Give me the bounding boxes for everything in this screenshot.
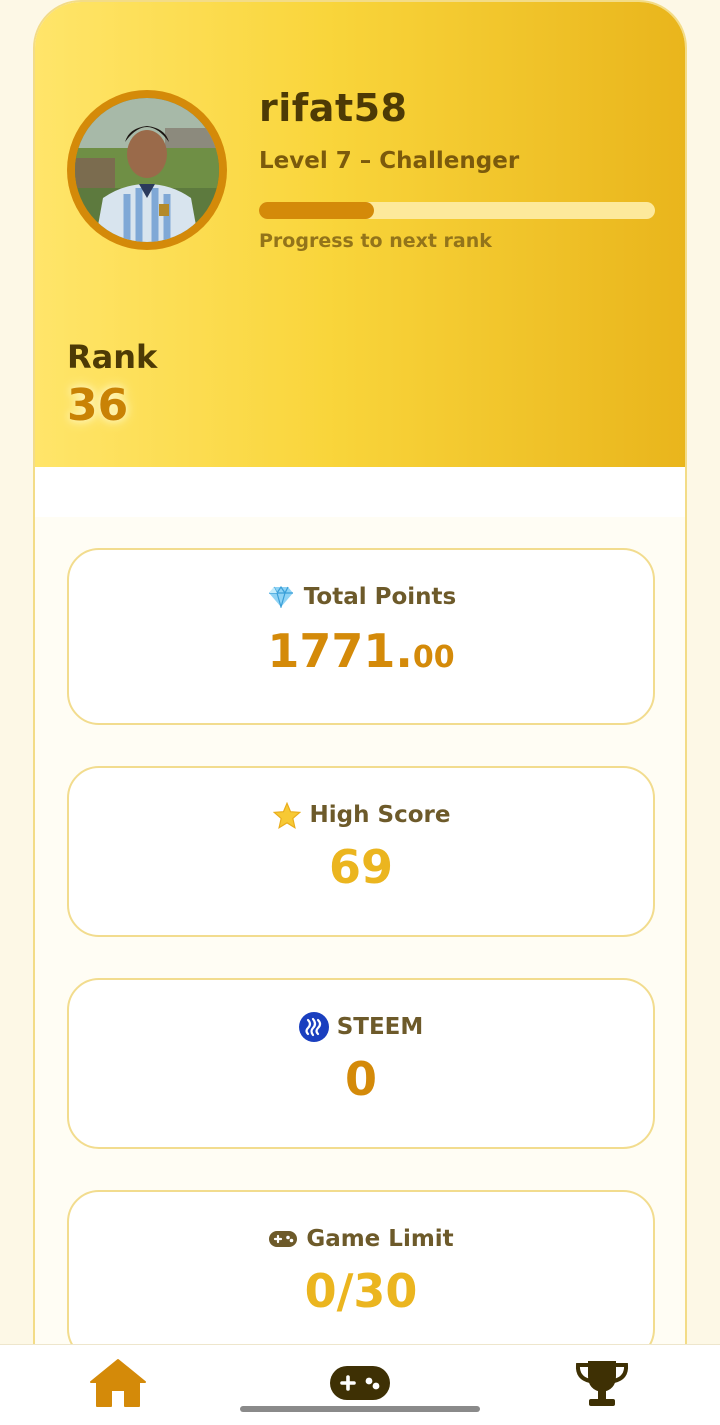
home-icon bbox=[89, 1358, 147, 1412]
total-points-card: Total Points 1771.00 bbox=[67, 548, 655, 725]
gamepad-icon bbox=[329, 1364, 391, 1406]
header-divider bbox=[35, 467, 685, 517]
game-limit-card: Game Limit 0/30 bbox=[67, 1190, 655, 1361]
rank-progress-fill bbox=[259, 202, 374, 219]
profile-header: rifat58 Level 7 – Challenger Progress to… bbox=[35, 2, 685, 467]
progress-label: Progress to next rank bbox=[259, 230, 492, 252]
avatar[interactable] bbox=[67, 90, 227, 250]
high-score-value: 69 bbox=[328, 840, 393, 894]
nav-games[interactable] bbox=[328, 1359, 392, 1411]
profile-card: rifat58 Level 7 – Challenger Progress to… bbox=[33, 0, 687, 1425]
avatar-photo bbox=[75, 98, 219, 242]
high-score-card: High Score 69 bbox=[67, 766, 655, 937]
total-points-decimal: 00 bbox=[412, 640, 455, 675]
gamepad-icon bbox=[268, 1224, 298, 1254]
total-points-value: 1771.00 bbox=[69, 628, 653, 674]
profile-screen: rifat58 Level 7 – Challenger Progress to… bbox=[0, 0, 720, 1425]
total-points-integer: 1771. bbox=[267, 624, 413, 678]
diamond-icon bbox=[266, 582, 296, 612]
username: rifat58 bbox=[259, 86, 408, 130]
high-score-label: High Score bbox=[309, 802, 451, 828]
steem-logo-icon bbox=[298, 1012, 329, 1042]
game-limit-label: Game Limit bbox=[306, 1226, 454, 1252]
nav-leaderboard[interactable] bbox=[570, 1359, 634, 1411]
steem-label: STEEM bbox=[336, 1014, 424, 1040]
star-icon bbox=[272, 800, 302, 830]
home-indicator[interactable] bbox=[240, 1406, 480, 1412]
bottom-navigation bbox=[0, 1344, 720, 1425]
total-points-label: Total Points bbox=[303, 584, 457, 610]
trophy-icon bbox=[573, 1358, 631, 1412]
level-title: Level 7 – Challenger bbox=[259, 148, 520, 174]
nav-home[interactable] bbox=[86, 1359, 150, 1411]
steem-card: STEEM 0 bbox=[67, 978, 655, 1149]
rank-value: 36 bbox=[67, 380, 129, 431]
rank-label: Rank bbox=[67, 338, 158, 376]
rank-progress-bar bbox=[259, 202, 655, 219]
game-limit-value: 0/30 bbox=[304, 1264, 418, 1318]
steem-value: 0 bbox=[344, 1052, 377, 1106]
